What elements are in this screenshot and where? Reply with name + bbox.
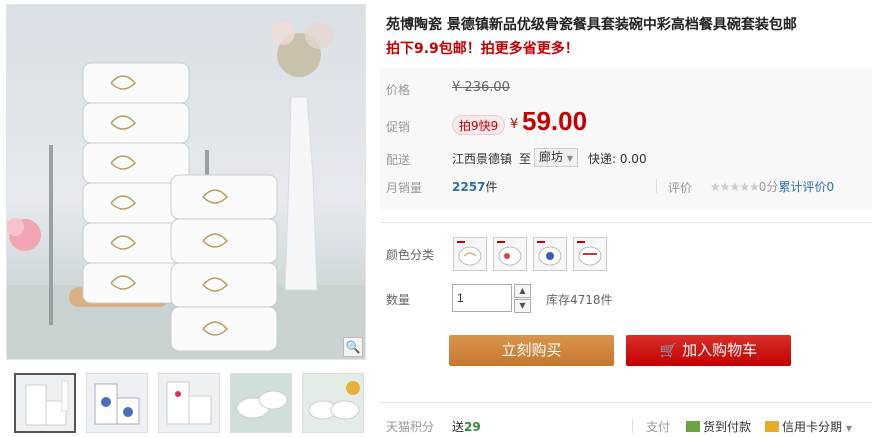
points-prefix: 送 bbox=[452, 420, 465, 434]
bowl-blue-floral-icon bbox=[537, 241, 562, 266]
credit-card-icon bbox=[765, 421, 779, 432]
promotion-label: 促销 bbox=[386, 120, 411, 134]
thumbnail-5-image bbox=[303, 374, 363, 432]
shipping-destination-select[interactable]: 廊坊 ▼ bbox=[534, 148, 578, 167]
payment-label: 支付 bbox=[646, 420, 671, 434]
monthly-sales-count: 2257 bbox=[452, 180, 486, 194]
original-price-currency: ¥ bbox=[452, 80, 461, 95]
bowl-stack-illustration bbox=[7, 21, 365, 359]
promotion-currency: ¥ bbox=[510, 117, 519, 132]
zoom-magnifier-icon[interactable]: 🔍 bbox=[343, 337, 363, 357]
rating-stars-icon: ★★★★★ bbox=[710, 180, 760, 194]
monthly-sales: 2257件 bbox=[452, 178, 497, 195]
points-value: 送29 bbox=[452, 418, 481, 435]
selected-arrow-icon bbox=[42, 373, 52, 375]
sales-label: 月销量 bbox=[386, 181, 423, 195]
divider bbox=[380, 222, 872, 223]
chevron-down-icon[interactable]: ▼ bbox=[846, 424, 852, 433]
shipping-origin: 江西景德镇 bbox=[452, 152, 513, 166]
thumbnail-3-image bbox=[166, 381, 212, 425]
divider bbox=[380, 402, 872, 403]
rating-summary[interactable]: ★★★★★0分累计评价0 bbox=[710, 178, 834, 195]
chevron-down-icon: ▼ bbox=[566, 154, 573, 163]
bowl-gold-rose-icon bbox=[457, 241, 482, 266]
review-count-label: 累计评价 bbox=[778, 180, 827, 194]
thumbnail-1[interactable] bbox=[14, 373, 76, 433]
rating-label: 评价 bbox=[668, 181, 693, 195]
credit-installment[interactable]: 信用卡分期 ▼ bbox=[765, 418, 852, 435]
cod-icon bbox=[686, 421, 700, 432]
cash-on-delivery-label: 货到付款 bbox=[703, 420, 752, 434]
quantity-increase-button[interactable]: ▲ bbox=[514, 284, 531, 298]
divider bbox=[632, 419, 633, 433]
credit-installment-label: 信用卡分期 bbox=[782, 420, 843, 434]
bowl-red-floral-icon bbox=[497, 241, 522, 266]
swatch-bowl-red-pattern[interactable] bbox=[573, 237, 607, 271]
shipping-destination-value: 廊坊 bbox=[539, 150, 564, 164]
swatch-bowl-gold-rose[interactable] bbox=[453, 237, 487, 271]
shipping-fee: 快递: 0.00 bbox=[588, 152, 647, 166]
thumbnail-4-image bbox=[231, 374, 291, 432]
add-to-cart-button[interactable]: 🛒 加入购物车 bbox=[626, 335, 791, 366]
bowl-red-pattern-icon bbox=[577, 241, 602, 266]
shipping-label: 配送 bbox=[386, 153, 411, 167]
product-title: 苑博陶瓷 景德镇新品优级骨瓷餐具套装碗中彩高档餐具碗套装包邮 bbox=[386, 17, 797, 33]
thumbnail-5[interactable] bbox=[302, 373, 364, 433]
thumbnail-2[interactable] bbox=[86, 373, 148, 433]
color-option-label: 颜色分类 bbox=[386, 248, 435, 262]
shipping-to-text: 至 bbox=[519, 152, 532, 166]
original-price: ¥ 236.00 bbox=[452, 80, 510, 95]
thumbnail-3[interactable] bbox=[158, 373, 220, 433]
promotion-price: 59.00 bbox=[522, 106, 588, 136]
divider bbox=[656, 179, 657, 193]
quantity-input[interactable]: 1 bbox=[452, 284, 512, 312]
stock-count: 库存4718件 bbox=[546, 293, 613, 307]
thumbnail-4[interactable] bbox=[230, 373, 292, 433]
swatch-bowl-blue-floral[interactable] bbox=[533, 237, 567, 271]
thumbnail-1-image bbox=[25, 380, 69, 426]
cash-on-delivery[interactable]: 货到付款 bbox=[686, 418, 751, 435]
quantity-label: 数量 bbox=[386, 293, 411, 307]
points-label: 天猫积分 bbox=[386, 420, 435, 434]
monthly-sales-unit: 件 bbox=[485, 180, 498, 194]
product-subtitle: 拍下9.9包邮！拍更多省更多！ bbox=[386, 41, 579, 57]
points-number: 29 bbox=[464, 420, 481, 434]
thumbnail-2-image bbox=[94, 383, 140, 425]
rating-score: 0分 bbox=[758, 180, 779, 194]
buy-now-button[interactable]: 立刻购买 bbox=[449, 335, 614, 366]
thumbnail-strip bbox=[14, 373, 374, 437]
promotion-badge[interactable]: 拍9快9 bbox=[452, 115, 506, 135]
swatch-bowl-red-floral[interactable] bbox=[493, 237, 527, 271]
original-price-value: 236.00 bbox=[464, 80, 510, 95]
main-product-image[interactable]: 🔍 bbox=[6, 4, 366, 360]
quantity-decrease-button[interactable]: ▼ bbox=[514, 299, 531, 313]
cart-icon: 🛒 bbox=[659, 343, 678, 359]
review-count: 0 bbox=[826, 180, 835, 194]
add-to-cart-label: 加入购物车 bbox=[682, 341, 758, 359]
price-label: 价格 bbox=[386, 83, 411, 97]
